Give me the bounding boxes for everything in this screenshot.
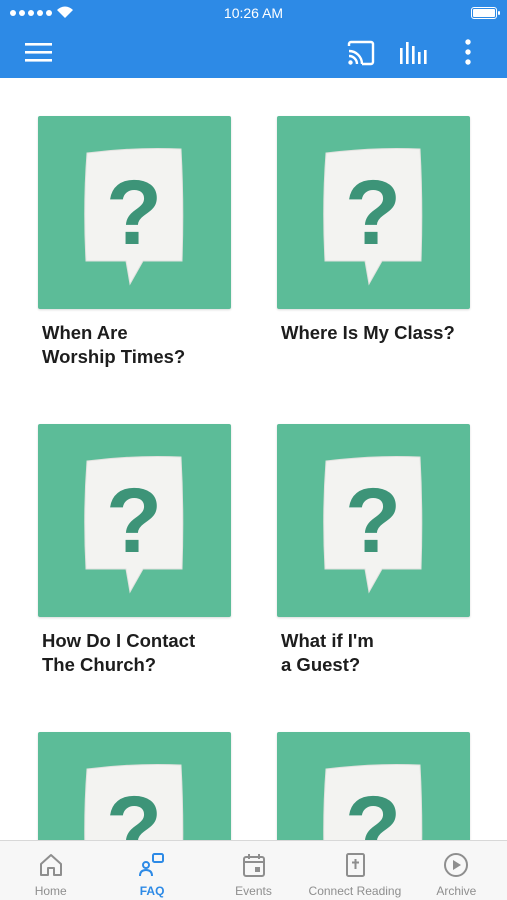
question-bubble-icon: ? — [323, 764, 423, 840]
faq-icon — [139, 853, 165, 877]
tab-label: Home — [34, 884, 67, 898]
faq-thumbnail: ? — [277, 116, 470, 309]
faq-title: Where Is My Class? — [281, 322, 455, 343]
faq-thumbnail: ? — [38, 116, 231, 309]
faq-thumbnail: ? — [38, 732, 231, 840]
tab-label: Connect Reading — [308, 884, 402, 898]
faq-card[interactable]: ? — [38, 732, 231, 840]
faq-thumbnail: ? — [277, 424, 470, 617]
tab-connect-reading[interactable]: Connect Reading — [304, 841, 405, 900]
svg-text:?: ? — [345, 162, 401, 264]
question-bubble-icon: ? — [84, 148, 184, 286]
tab-label: FAQ — [139, 884, 165, 898]
app-header: 10:26 AM — [0, 0, 507, 78]
faq-title: How Do I Contact The Church? — [42, 630, 196, 675]
tab-events[interactable]: Events — [203, 841, 304, 900]
hamburger-menu-icon[interactable] — [24, 40, 54, 64]
faq-title: What if I'm a Guest? — [281, 630, 374, 675]
tab-home[interactable]: Home — [0, 841, 101, 900]
question-bubble-icon: ? — [323, 148, 423, 286]
svg-text:?: ? — [106, 470, 162, 572]
bible-icon — [345, 853, 365, 877]
home-icon — [39, 854, 62, 876]
question-bubble-icon: ? — [84, 764, 184, 840]
svg-text:?: ? — [106, 162, 162, 264]
svg-text:?: ? — [106, 778, 162, 840]
play-circle-icon — [444, 853, 469, 877]
svg-text:?: ? — [345, 778, 401, 840]
faq-thumbnail: ? — [38, 424, 231, 617]
bottom-navigation: Home FAQ Events Connect Reading Archive — [0, 840, 507, 900]
faq-title: When Are Worship Times? — [42, 322, 186, 367]
svg-text:?: ? — [345, 470, 401, 572]
faq-card[interactable]: ? — [277, 732, 470, 840]
faq-grid: ? When Are Worship Times? ? Where Is My … — [0, 78, 507, 840]
faq-card[interactable]: ? What if I'm a Guest? — [277, 424, 470, 677]
calendar-icon — [242, 854, 265, 877]
tab-archive[interactable]: Archive — [406, 841, 507, 900]
faq-card[interactable]: ? When Are Worship Times? — [38, 116, 231, 369]
status-time: 10:26 AM — [223, 5, 284, 21]
battery-icon — [471, 7, 500, 19]
question-bubble-icon: ? — [84, 456, 184, 594]
tab-faq[interactable]: FAQ — [101, 841, 202, 900]
question-bubble-icon: ? — [323, 456, 423, 594]
faq-card[interactable]: ? Where Is My Class? — [277, 116, 470, 345]
audio-bars-icon[interactable] — [398, 38, 430, 66]
tab-label: Events — [235, 884, 272, 898]
faq-thumbnail: ? — [277, 732, 470, 840]
cast-icon[interactable] — [346, 40, 376, 66]
more-vert-icon[interactable] — [460, 38, 476, 68]
status-bar: 10:26 AM — [0, 0, 507, 26]
faq-card[interactable]: ? How Do I Contact The Church? — [38, 424, 231, 677]
tab-label: Archive — [436, 884, 477, 898]
